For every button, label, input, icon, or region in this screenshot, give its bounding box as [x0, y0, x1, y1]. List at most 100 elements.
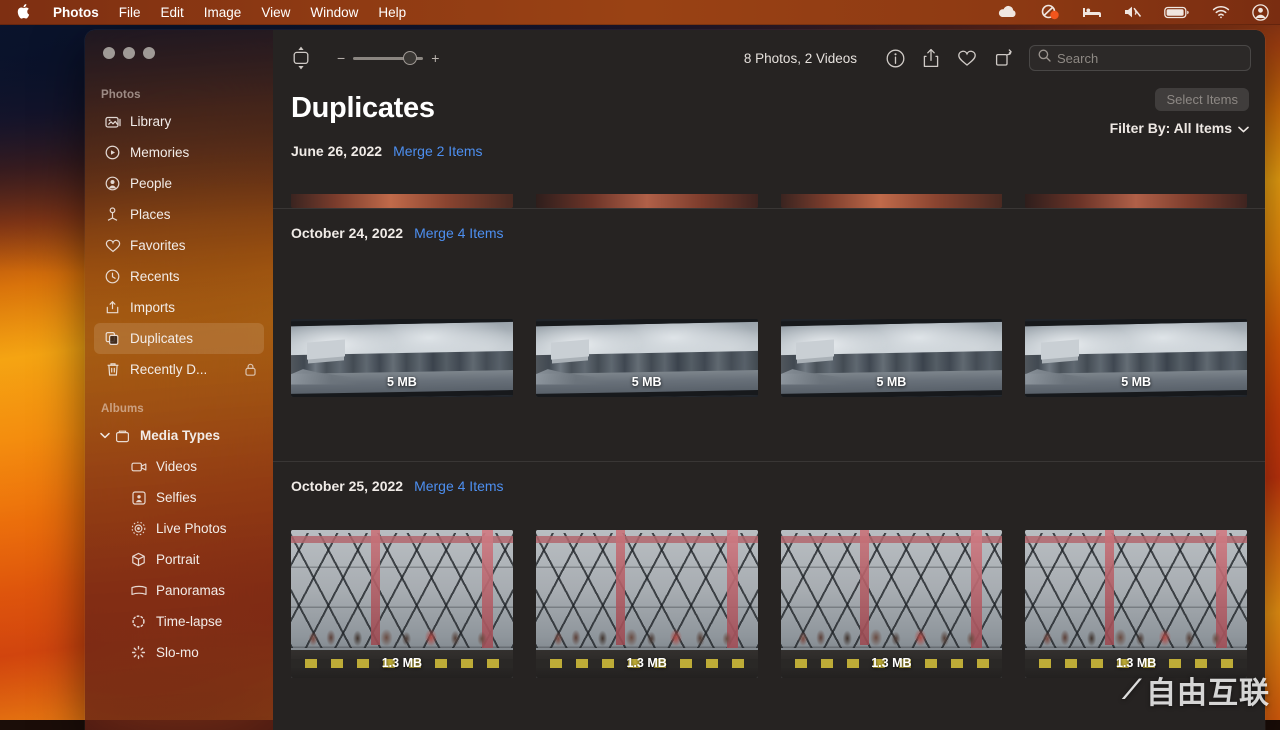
sidebar-item-live-photos[interactable]: Live Photos	[94, 513, 264, 544]
chevron-down-icon[interactable]	[99, 432, 111, 439]
zoom-slider[interactable]: − +	[337, 50, 439, 66]
thumbnail-cutoff[interactable]	[291, 194, 513, 208]
sidebar-item-memories[interactable]: Memories	[94, 137, 264, 168]
rotate-icon[interactable]	[985, 40, 1021, 76]
menu-help[interactable]: Help	[368, 5, 416, 20]
sidebar-item-library[interactable]: Library	[94, 106, 264, 137]
watermark-text: 自由互联	[1146, 668, 1270, 712]
people-icon	[102, 176, 123, 191]
menu-edit[interactable]: Edit	[151, 5, 194, 20]
sidebar-item-recently-deleted[interactable]: Recently D...	[94, 354, 264, 385]
photo-thumbnail[interactable]: 5 MB	[536, 319, 758, 397]
lock-icon	[245, 363, 256, 376]
search-placeholder: Search	[1057, 51, 1098, 66]
photo-thumbnail[interactable]: 5 MB	[1025, 319, 1247, 397]
thumbnail-cutoff[interactable]	[781, 194, 1003, 208]
sidebar-item-places[interactable]: Places	[94, 199, 264, 230]
sidebar-item-label: Duplicates	[130, 331, 193, 346]
filter-by-dropdown[interactable]: Filter By: All Items	[1110, 120, 1249, 136]
share-icon[interactable]	[913, 40, 949, 76]
zoom-in-label[interactable]: +	[431, 50, 439, 66]
sidebar-item-media-types[interactable]: Media Types	[94, 420, 264, 451]
info-icon[interactable]	[877, 40, 913, 76]
merge-items-link[interactable]: Merge 4 Items	[414, 478, 503, 494]
library-icon	[102, 115, 123, 129]
duplicates-icon	[102, 331, 123, 346]
gallery-scroll-area[interactable]: October 24, 2022 Merge 4 Items 5 MB 5 MB…	[273, 142, 1265, 730]
slomo-icon	[128, 645, 149, 660]
page-title: Duplicates	[291, 86, 1249, 123]
photo-thumbnail[interactable]: 5 MB	[291, 319, 513, 397]
bed-focus-icon[interactable]	[1071, 0, 1113, 25]
cutoff-thumbnail-row	[273, 142, 1265, 208]
user-account-icon[interactable]	[1241, 0, 1280, 25]
thumbnail-cutoff[interactable]	[1025, 194, 1247, 208]
content-area: − + 8 Photos, 2 Videos	[273, 30, 1265, 730]
photo-thumbnail[interactable]: 1.3 MB	[781, 530, 1003, 678]
photo-thumbnail[interactable]: 1.3 MB	[536, 530, 758, 678]
zoom-out-label[interactable]: −	[337, 50, 345, 66]
group-date-label: October 25, 2022	[291, 478, 403, 494]
favorite-heart-icon[interactable]	[949, 40, 985, 76]
sidebar-item-label: Imports	[130, 300, 175, 315]
macos-menu-bar: Photos File Edit Image View Window Help	[0, 0, 1280, 25]
swoosh-icon: ⟋	[1123, 675, 1142, 706]
sidebar-section-albums: Albums Media Types Videos	[85, 403, 273, 668]
sidebar-item-imports[interactable]: Imports	[94, 292, 264, 323]
sidebar-section-title-albums: Albums	[85, 403, 273, 420]
screen-mirroring-icon[interactable]	[1029, 0, 1071, 25]
photo-size-label: 1.3 MB	[626, 656, 666, 670]
photo-thumbnail[interactable]: 1.3 MB	[1025, 530, 1247, 678]
wifi-icon[interactable]	[1201, 0, 1241, 25]
thumbnail-cutoff[interactable]	[536, 194, 758, 208]
aspect-fit-icon[interactable]	[291, 45, 311, 71]
photo-thumbnail[interactable]: 1.3 MB	[291, 530, 513, 678]
sidebar-item-videos[interactable]: Videos	[94, 451, 264, 482]
zoom-slider-track[interactable]	[353, 57, 423, 60]
sidebar-item-panoramas[interactable]: Panoramas	[94, 575, 264, 606]
sidebar-item-label: Media Types	[140, 428, 220, 443]
clock-icon	[102, 269, 123, 284]
sidebar-item-label: People	[130, 176, 172, 191]
menu-photos[interactable]: Photos	[43, 5, 109, 20]
sidebar: Photos Library Memories People	[85, 30, 273, 730]
group-header: October 24, 2022 Merge 4 Items	[291, 209, 1247, 257]
close-button[interactable]	[103, 47, 115, 59]
menu-file[interactable]: File	[109, 5, 151, 20]
search-input[interactable]: Search	[1029, 45, 1251, 71]
minimize-button[interactable]	[123, 47, 135, 59]
photo-size-label: 5 MB	[387, 375, 417, 389]
menu-window[interactable]: Window	[300, 5, 368, 20]
sidebar-item-label: Favorites	[130, 238, 186, 253]
sidebar-item-time-lapse[interactable]: Time-lapse	[94, 606, 264, 637]
watermark: ⟋ 自由互联	[1123, 668, 1270, 712]
media-count-label: 8 Photos, 2 Videos	[744, 51, 857, 66]
live-photo-icon	[128, 521, 149, 536]
sidebar-item-label: Panoramas	[156, 583, 225, 598]
sidebar-item-label: Memories	[130, 145, 189, 160]
maximize-button[interactable]	[143, 47, 155, 59]
sidebar-item-label: Recents	[130, 269, 180, 284]
battery-icon[interactable]	[1153, 0, 1201, 25]
sidebar-item-selfies[interactable]: Selfies	[94, 482, 264, 513]
sidebar-item-favorites[interactable]: Favorites	[94, 230, 264, 261]
menu-image[interactable]: Image	[194, 5, 252, 20]
photo-thumbnail[interactable]: 5 MB	[781, 319, 1003, 397]
zoom-slider-knob[interactable]	[403, 51, 417, 65]
toolbar-right-group: 8 Photos, 2 Videos Search	[744, 40, 1251, 76]
apple-logo-icon[interactable]	[0, 3, 43, 22]
cloud-icon[interactable]	[987, 0, 1029, 25]
menu-view[interactable]: View	[251, 5, 300, 20]
select-items-button[interactable]: Select Items	[1155, 88, 1249, 111]
sidebar-item-slo-mo[interactable]: Slo-mo	[94, 637, 264, 668]
group-date-label: October 24, 2022	[291, 225, 403, 241]
sidebar-item-recents[interactable]: Recents	[94, 261, 264, 292]
speaker-muted-icon[interactable]	[1113, 0, 1153, 25]
sidebar-item-label: Live Photos	[156, 521, 227, 536]
sidebar-item-portrait[interactable]: Portrait	[94, 544, 264, 575]
merge-items-link[interactable]: Merge 4 Items	[414, 225, 503, 241]
duplicate-group: October 25, 2022 Merge 4 Items	[273, 462, 1265, 510]
sidebar-item-duplicates[interactable]: Duplicates	[94, 323, 264, 354]
sidebar-item-people[interactable]: People	[94, 168, 264, 199]
memories-icon	[102, 145, 123, 160]
